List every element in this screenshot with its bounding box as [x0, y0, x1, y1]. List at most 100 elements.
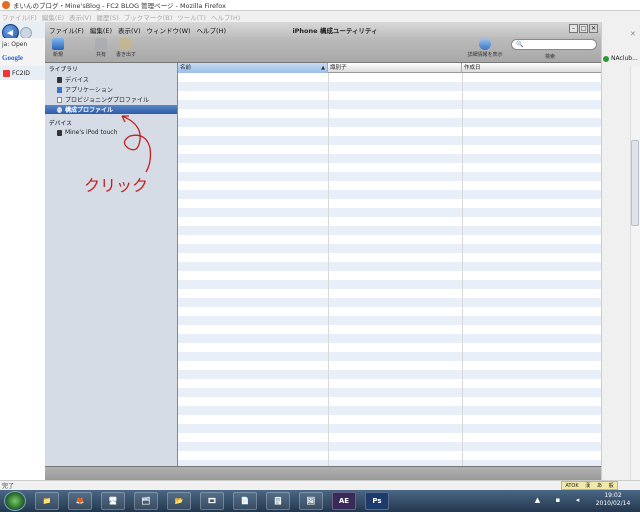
- firefox-title-bar: まいんのブログ・Mine'sBlog - FC2 BLOG 管理ページ - Mo…: [0, 0, 640, 11]
- firefox-status-bar: 完了: [0, 480, 640, 490]
- taskbar-app-icon[interactable]: 🗂: [134, 492, 158, 510]
- firefox-page-area: [0, 80, 45, 480]
- taskbar-folder-icon[interactable]: 📂: [167, 492, 191, 510]
- taskbar-aftereffects-icon[interactable]: AE: [332, 492, 356, 510]
- app-menu-edit[interactable]: 編集(E): [90, 25, 112, 35]
- app-menu-file[interactable]: ファイル(F): [49, 25, 84, 35]
- clock-date: 2010/02/14: [595, 500, 631, 507]
- taskbar-app-icon[interactable]: 🖥: [101, 492, 125, 510]
- start-button[interactable]: [4, 491, 26, 511]
- firefox-menu-bar: ファイル(F) 編集(E) 表示(V) 履歴(S) ブックマーク(B) ツール(…: [0, 11, 640, 22]
- sidebar-item-applications[interactable]: アプリケーション: [45, 85, 177, 94]
- close-icon[interactable]: ✕: [589, 24, 598, 33]
- share-label: 共有: [95, 52, 106, 58]
- ff-menu-view[interactable]: 表示(V): [69, 12, 92, 22]
- export-label: 書き出す: [115, 52, 136, 58]
- ipod-icon: [57, 129, 62, 136]
- gear-icon: [57, 106, 62, 113]
- fc2-icon: [3, 69, 10, 77]
- firefox-search-bar: Google: [0, 50, 45, 66]
- search-label: 検索: [545, 54, 556, 60]
- close-icon[interactable]: ✕: [630, 30, 640, 40]
- ff-menu-bookmarks[interactable]: ブックマーク(B): [124, 12, 173, 22]
- taskbar-clock[interactable]: 19:02 2010/02/14: [590, 492, 636, 510]
- sidebar-item-label: プロビジョニングプロファイル: [65, 97, 150, 104]
- taskbar-firefox-icon[interactable]: 🦊: [68, 492, 92, 510]
- clock-time: 19:02: [604, 492, 622, 499]
- maximize-icon[interactable]: □: [579, 24, 588, 33]
- bookmark-item[interactable]: ja: Open: [2, 41, 27, 48]
- tab-fc2id[interactable]: FC2ID: [12, 70, 30, 77]
- ff-menu-file[interactable]: ファイル(F): [2, 12, 37, 22]
- column-header-name[interactable]: 名前: [178, 63, 328, 73]
- lang-item[interactable]: 漢: [585, 482, 590, 489]
- app-toolbar: 新規 共有 書き出す 詳細情報を表示 🔍 検索: [45, 37, 601, 63]
- annotation-click-note: クリック: [84, 176, 149, 195]
- firefox-bookmark-bar: ja: Open: [0, 38, 45, 50]
- app-menu-view[interactable]: 表示(V): [118, 25, 141, 35]
- taskbar-notes-icon[interactable]: 🗒: [266, 492, 290, 510]
- firefox-toolbar-right: NAclub...: [601, 53, 640, 64]
- column-header-created[interactable]: 作成日: [462, 63, 601, 73]
- sidebar-item-label: 構成プロファイル: [65, 107, 114, 114]
- library-heading: ライブラリ: [49, 67, 79, 73]
- export-button[interactable]: 書き出す: [115, 38, 137, 58]
- app-menu-window[interactable]: ウィンドウ(W): [147, 25, 191, 35]
- minimize-icon[interactable]: –: [569, 24, 578, 33]
- new-button[interactable]: 新規: [47, 38, 69, 58]
- new-profile-icon: [52, 38, 64, 50]
- app-title: iPhone 構成ユーティリティ: [292, 26, 378, 35]
- profile-list-rows[interactable]: [178, 73, 601, 466]
- ff-menu-tools[interactable]: ツール(T): [177, 12, 206, 22]
- lang-item[interactable]: 般: [609, 482, 614, 489]
- taskbar-film-icon[interactable]: 🎞: [200, 492, 224, 510]
- firefox-window-title: まいんのブログ・Mine'sBlog - FC2 BLOG 管理ページ - Mo…: [13, 2, 226, 10]
- device-icon: [57, 76, 62, 83]
- column-header-identifier[interactable]: 識別子: [328, 63, 462, 73]
- tray-up-icon[interactable]: ▲: [535, 496, 540, 506]
- devices-heading: デバイス: [49, 121, 73, 127]
- taskbar-explorer-icon[interactable]: 📁: [35, 492, 59, 510]
- ff-menu-edit[interactable]: 編集(E): [42, 12, 64, 22]
- column-divider: [462, 73, 463, 466]
- firefox-icon: [2, 1, 10, 9]
- taskbar-image-icon[interactable]: 🖼: [299, 492, 323, 510]
- taskbar-photoshop-icon[interactable]: Ps: [365, 492, 389, 510]
- system-tray: ▲ ▪ ◂: [527, 496, 587, 506]
- app-title-bar: ファイル(F) 編集(E) 表示(V) ウィンドウ(W) ヘルプ(H) iPho…: [45, 22, 601, 37]
- provisioning-icon: [57, 96, 62, 103]
- window-controls: – □ ✕: [568, 24, 598, 33]
- search-input[interactable]: 🔍: [511, 39, 597, 50]
- taskbar-doc-icon[interactable]: 📄: [233, 492, 257, 510]
- annotation-arrow: [121, 115, 152, 173]
- new-label: 新規: [52, 52, 63, 58]
- share-icon: [95, 38, 107, 50]
- lang-item[interactable]: ATOK: [565, 483, 578, 489]
- share-button[interactable]: 共有: [90, 38, 112, 58]
- column-divider: [328, 73, 329, 466]
- google-label[interactable]: Google: [2, 54, 23, 62]
- firefox-scrollbar[interactable]: [630, 66, 640, 480]
- status-text: 完了: [2, 483, 15, 490]
- volume-icon[interactable]: ◂: [576, 496, 580, 506]
- lang-item[interactable]: あ: [597, 482, 602, 489]
- app-bottom-bar: [45, 466, 601, 480]
- network-icon[interactable]: ▪: [556, 496, 561, 506]
- nclub-label[interactable]: NAclub...: [611, 55, 638, 62]
- sidebar-item-label: アプリケーション: [65, 87, 113, 94]
- info-icon: [479, 38, 491, 50]
- sidebar-item-label: デバイス: [65, 77, 89, 84]
- firefox-scroll-thumb[interactable]: [631, 140, 639, 226]
- application-icon: [57, 86, 62, 93]
- info-label: 詳細情報を表示: [467, 52, 503, 58]
- sidebar-item-provisioning-profiles[interactable]: プロビジョニングプロファイル: [45, 95, 177, 104]
- language-bar[interactable]: ATOK 漢 あ 般: [561, 481, 618, 490]
- app-menu-help[interactable]: ヘルプ(H): [197, 25, 226, 35]
- column-header-row: 名前 識別子 作成日: [178, 63, 601, 73]
- sidebar-item-devices[interactable]: デバイス: [45, 75, 177, 84]
- ff-menu-help[interactable]: ヘルプ(H): [211, 12, 240, 22]
- info-button[interactable]: 詳細情報を表示: [465, 38, 505, 58]
- nclub-icon: [603, 55, 609, 62]
- ff-menu-history[interactable]: 履歴(S): [97, 12, 119, 22]
- firefox-tab-strip: FC2ID: [0, 66, 45, 80]
